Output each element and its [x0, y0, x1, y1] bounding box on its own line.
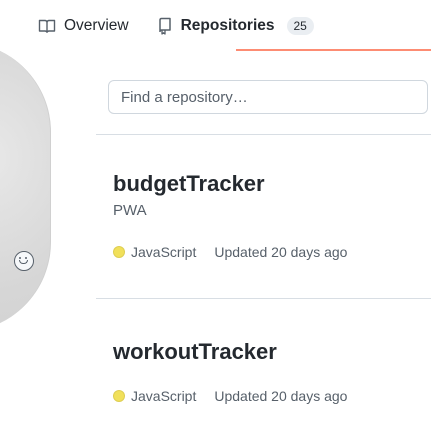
- book-icon: [38, 18, 56, 34]
- repo-language: JavaScript: [131, 244, 197, 260]
- divider: [96, 298, 431, 299]
- profile-page: Overview Repositories 25 budgetTracker P…: [0, 0, 431, 435]
- tab-repositories[interactable]: Repositories 25: [157, 17, 314, 35]
- repo-meta: JavaScript Updated 20 days ago: [113, 243, 347, 261]
- repo-meta: JavaScript Updated 20 days ago: [113, 387, 347, 405]
- list-item: workoutTracker JavaScript Updated 20 day…: [113, 339, 347, 405]
- profile-avatar[interactable]: [0, 42, 51, 332]
- tab-overview-label: Overview: [64, 17, 129, 34]
- profile-tabs: Overview Repositories 25: [38, 12, 314, 40]
- tab-repositories-label: Repositories: [180, 17, 275, 34]
- repo-updated: Updated 20 days ago: [214, 244, 348, 260]
- smiley-icon[interactable]: [14, 251, 34, 271]
- repo-description: PWA: [113, 202, 147, 219]
- tab-overview[interactable]: Overview: [38, 17, 129, 35]
- list-item: budgetTracker PWA JavaScript Updated 20 …: [113, 171, 347, 261]
- repo-icon: [157, 17, 173, 35]
- repo-updated: Updated 20 days ago: [214, 388, 348, 404]
- repositories-count-badge: 25: [286, 17, 314, 35]
- active-tab-indicator: [236, 49, 431, 51]
- language-color-dot: [113, 246, 125, 258]
- repo-name-link[interactable]: budgetTracker: [113, 171, 347, 197]
- repo-language: JavaScript: [131, 388, 197, 404]
- repository-search-input[interactable]: [108, 80, 428, 114]
- divider: [96, 134, 431, 135]
- language-color-dot: [113, 390, 125, 402]
- repo-name-link[interactable]: workoutTracker: [113, 339, 347, 365]
